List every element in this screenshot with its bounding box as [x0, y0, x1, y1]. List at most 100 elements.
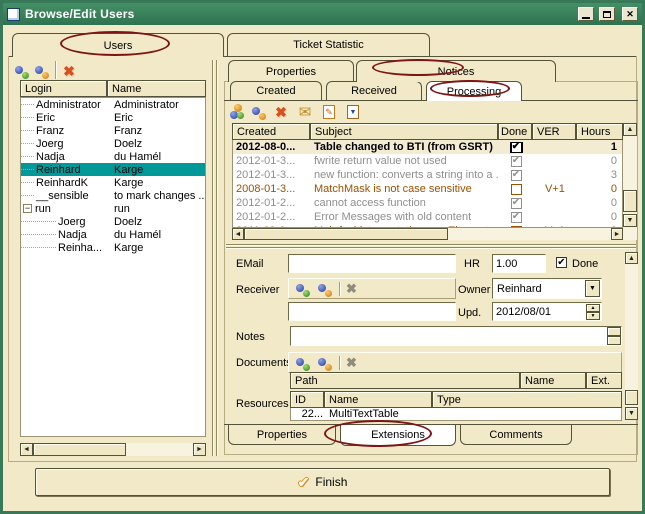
maximize-button[interactable] [599, 7, 615, 21]
user-list-item[interactable]: −run run [21, 202, 205, 215]
vertical-splitter-2[interactable] [216, 60, 217, 456]
tab-comments[interactable]: Comments [460, 425, 572, 445]
delete-receiver-button-disabled[interactable]: ✖ [346, 281, 357, 297]
form-vscroll-down-button[interactable]: ▼ [625, 407, 638, 420]
table-vscroll-up-button[interactable]: ▲ [623, 123, 637, 136]
horizontal-splitter-2[interactable] [226, 247, 636, 248]
user-list-item[interactable]: Eric Eric [21, 111, 205, 124]
link-notice-button[interactable] [250, 103, 268, 121]
docs-header-ext[interactable]: Ext. [586, 372, 622, 389]
col-header-ver[interactable]: VER [532, 123, 576, 140]
user-list-item[interactable]: Nadja du Hamél [21, 228, 205, 241]
upd-spin-down-button[interactable]: ▼ [586, 312, 600, 320]
add-user-button[interactable] [13, 62, 31, 80]
left-hscroll-thumb[interactable] [33, 443, 126, 456]
arrow-right-icon: ► [196, 446, 203, 453]
user-name: Doelz [108, 138, 142, 150]
user-list-item[interactable]: Reinha... Karge [21, 241, 205, 254]
minimize-button[interactable] [578, 7, 594, 21]
upd-spin-up-button[interactable]: ▲ [586, 304, 600, 312]
notice-row[interactable]: 2012-01-3... new function: converts a st… [233, 168, 622, 182]
notes-field[interactable] [290, 326, 622, 346]
user-list-item[interactable]: ReinhardK Karge [21, 176, 205, 189]
link-document-button[interactable] [317, 355, 333, 371]
delete-user-button[interactable]: ✖ [60, 62, 78, 80]
user-list-item[interactable]: Joerg Doelz [21, 137, 205, 150]
notice-row[interactable]: 2008-01-3... MatchMask is not case sensi… [233, 182, 622, 196]
notice-row[interactable]: 2012-01-2... cannot access function ✔ 0 [233, 196, 622, 210]
notices-table-body[interactable]: 2012-08-0... Table changed to BTI (from … [232, 140, 623, 228]
tree-expander-icon[interactable]: − [23, 204, 32, 213]
edit-notice-button[interactable]: ✎ [320, 103, 338, 121]
table-vscroll-thumb[interactable] [623, 190, 637, 212]
col-header-created[interactable]: Created [232, 123, 310, 140]
user-list-item[interactable]: Joerg Doelz [21, 215, 205, 228]
titlebar[interactable]: Browse/Edit Users ✕ [3, 3, 642, 25]
left-hscroll-left-button[interactable]: ◄ [20, 443, 33, 456]
app-icon [7, 8, 20, 21]
res-header-id[interactable]: ID [290, 391, 324, 408]
res-header-type[interactable]: Type [432, 391, 622, 408]
send-mail-button[interactable]: ✉ [296, 103, 314, 121]
user-list-item[interactable]: Reinhard Karge [21, 163, 205, 176]
delete-notice-button[interactable]: ✖ [272, 103, 290, 121]
user-list-item[interactable]: Franz Franz [21, 124, 205, 137]
delete-document-button-disabled[interactable]: ✖ [346, 355, 357, 371]
done-checkbox[interactable]: ✔ [556, 257, 567, 268]
column-header-name[interactable]: Name [107, 80, 206, 97]
new-notice-button[interactable] [228, 103, 246, 121]
notice-done-checkbox[interactable]: ✔ [511, 156, 522, 167]
notice-row[interactable]: 2012-01-2... Error Messages with old con… [233, 210, 622, 224]
tab-extensions[interactable]: Extensions [340, 425, 456, 446]
col-header-hours[interactable]: Hours [576, 123, 623, 140]
docs-header-name[interactable]: Name [520, 372, 586, 389]
hr-field[interactable] [492, 254, 546, 273]
column-header-login[interactable]: Login [20, 80, 107, 97]
tab-properties-bottom[interactable]: Properties [228, 425, 336, 445]
email-field[interactable] [288, 254, 456, 273]
table-hscroll-right-button[interactable]: ► [611, 228, 623, 240]
tab-received[interactable]: Received [326, 81, 422, 100]
notice-done-checkbox[interactable]: ✔ [511, 142, 522, 153]
notice-done-checkbox[interactable]: ✔ [511, 198, 522, 209]
notice-done-checkbox[interactable]: ✔ [511, 212, 522, 223]
report-button[interactable]: ▼ [344, 103, 362, 121]
docs-header-path[interactable]: Path [290, 372, 520, 389]
add-document-button[interactable] [295, 355, 311, 371]
tab-created[interactable]: Created [230, 81, 322, 100]
user-list-item[interactable]: Nadja du Hamél [21, 150, 205, 163]
receiver-field[interactable] [288, 302, 456, 321]
tab-users[interactable]: Users [12, 33, 224, 57]
table-hscroll-left-button[interactable]: ◄ [232, 228, 244, 240]
finish-button[interactable]: ✔ Finish [35, 468, 610, 496]
close-button[interactable]: ✕ [622, 7, 638, 21]
tab-ticket-statistic[interactable]: Ticket Statistic [227, 33, 430, 56]
col-header-subject[interactable]: Subject [310, 123, 498, 140]
link-user-button[interactable] [33, 62, 51, 80]
notice-row[interactable]: 2012-08-0... Table changed to BTI (from … [233, 140, 622, 154]
table-hscroll-thumb[interactable] [244, 228, 448, 240]
left-hscroll-right-button[interactable]: ► [193, 443, 206, 456]
tab-notices[interactable]: Notices [356, 60, 556, 82]
horizontal-splitter[interactable] [226, 244, 636, 245]
user-list-item[interactable]: Administrator Administrator [21, 98, 205, 111]
table-vscroll-down-button[interactable]: ▼ [623, 214, 637, 227]
form-vscroll-up-button[interactable]: ▲ [625, 252, 638, 264]
user-tree-list[interactable]: Administrator Administrator Eric Eric Fr… [20, 97, 206, 437]
notes-scroll-down-button[interactable] [607, 336, 621, 345]
link-receiver-button[interactable] [317, 281, 333, 297]
notice-done-checkbox[interactable]: ✔ [511, 170, 522, 181]
vertical-splitter[interactable] [212, 60, 213, 456]
add-receiver-button[interactable] [295, 281, 311, 297]
owner-dropdown-button[interactable]: ▼ [585, 280, 600, 297]
notice-row[interactable]: 2012-01-3... fwrite return value not use… [233, 154, 622, 168]
user-list-item[interactable]: __sensible to mark changes ... [21, 189, 205, 202]
res-header-name[interactable]: Name [324, 391, 432, 408]
form-vscroll-thumb[interactable] [625, 390, 638, 405]
col-header-done[interactable]: Done [498, 123, 532, 140]
tab-properties[interactable]: Properties [228, 60, 354, 82]
notes-scroll-up-button[interactable] [607, 327, 621, 336]
resources-row[interactable]: 22... MultiTextTable [290, 408, 622, 421]
notice-done-checkbox[interactable] [511, 184, 522, 195]
tab-processing[interactable]: Processing [426, 81, 522, 101]
